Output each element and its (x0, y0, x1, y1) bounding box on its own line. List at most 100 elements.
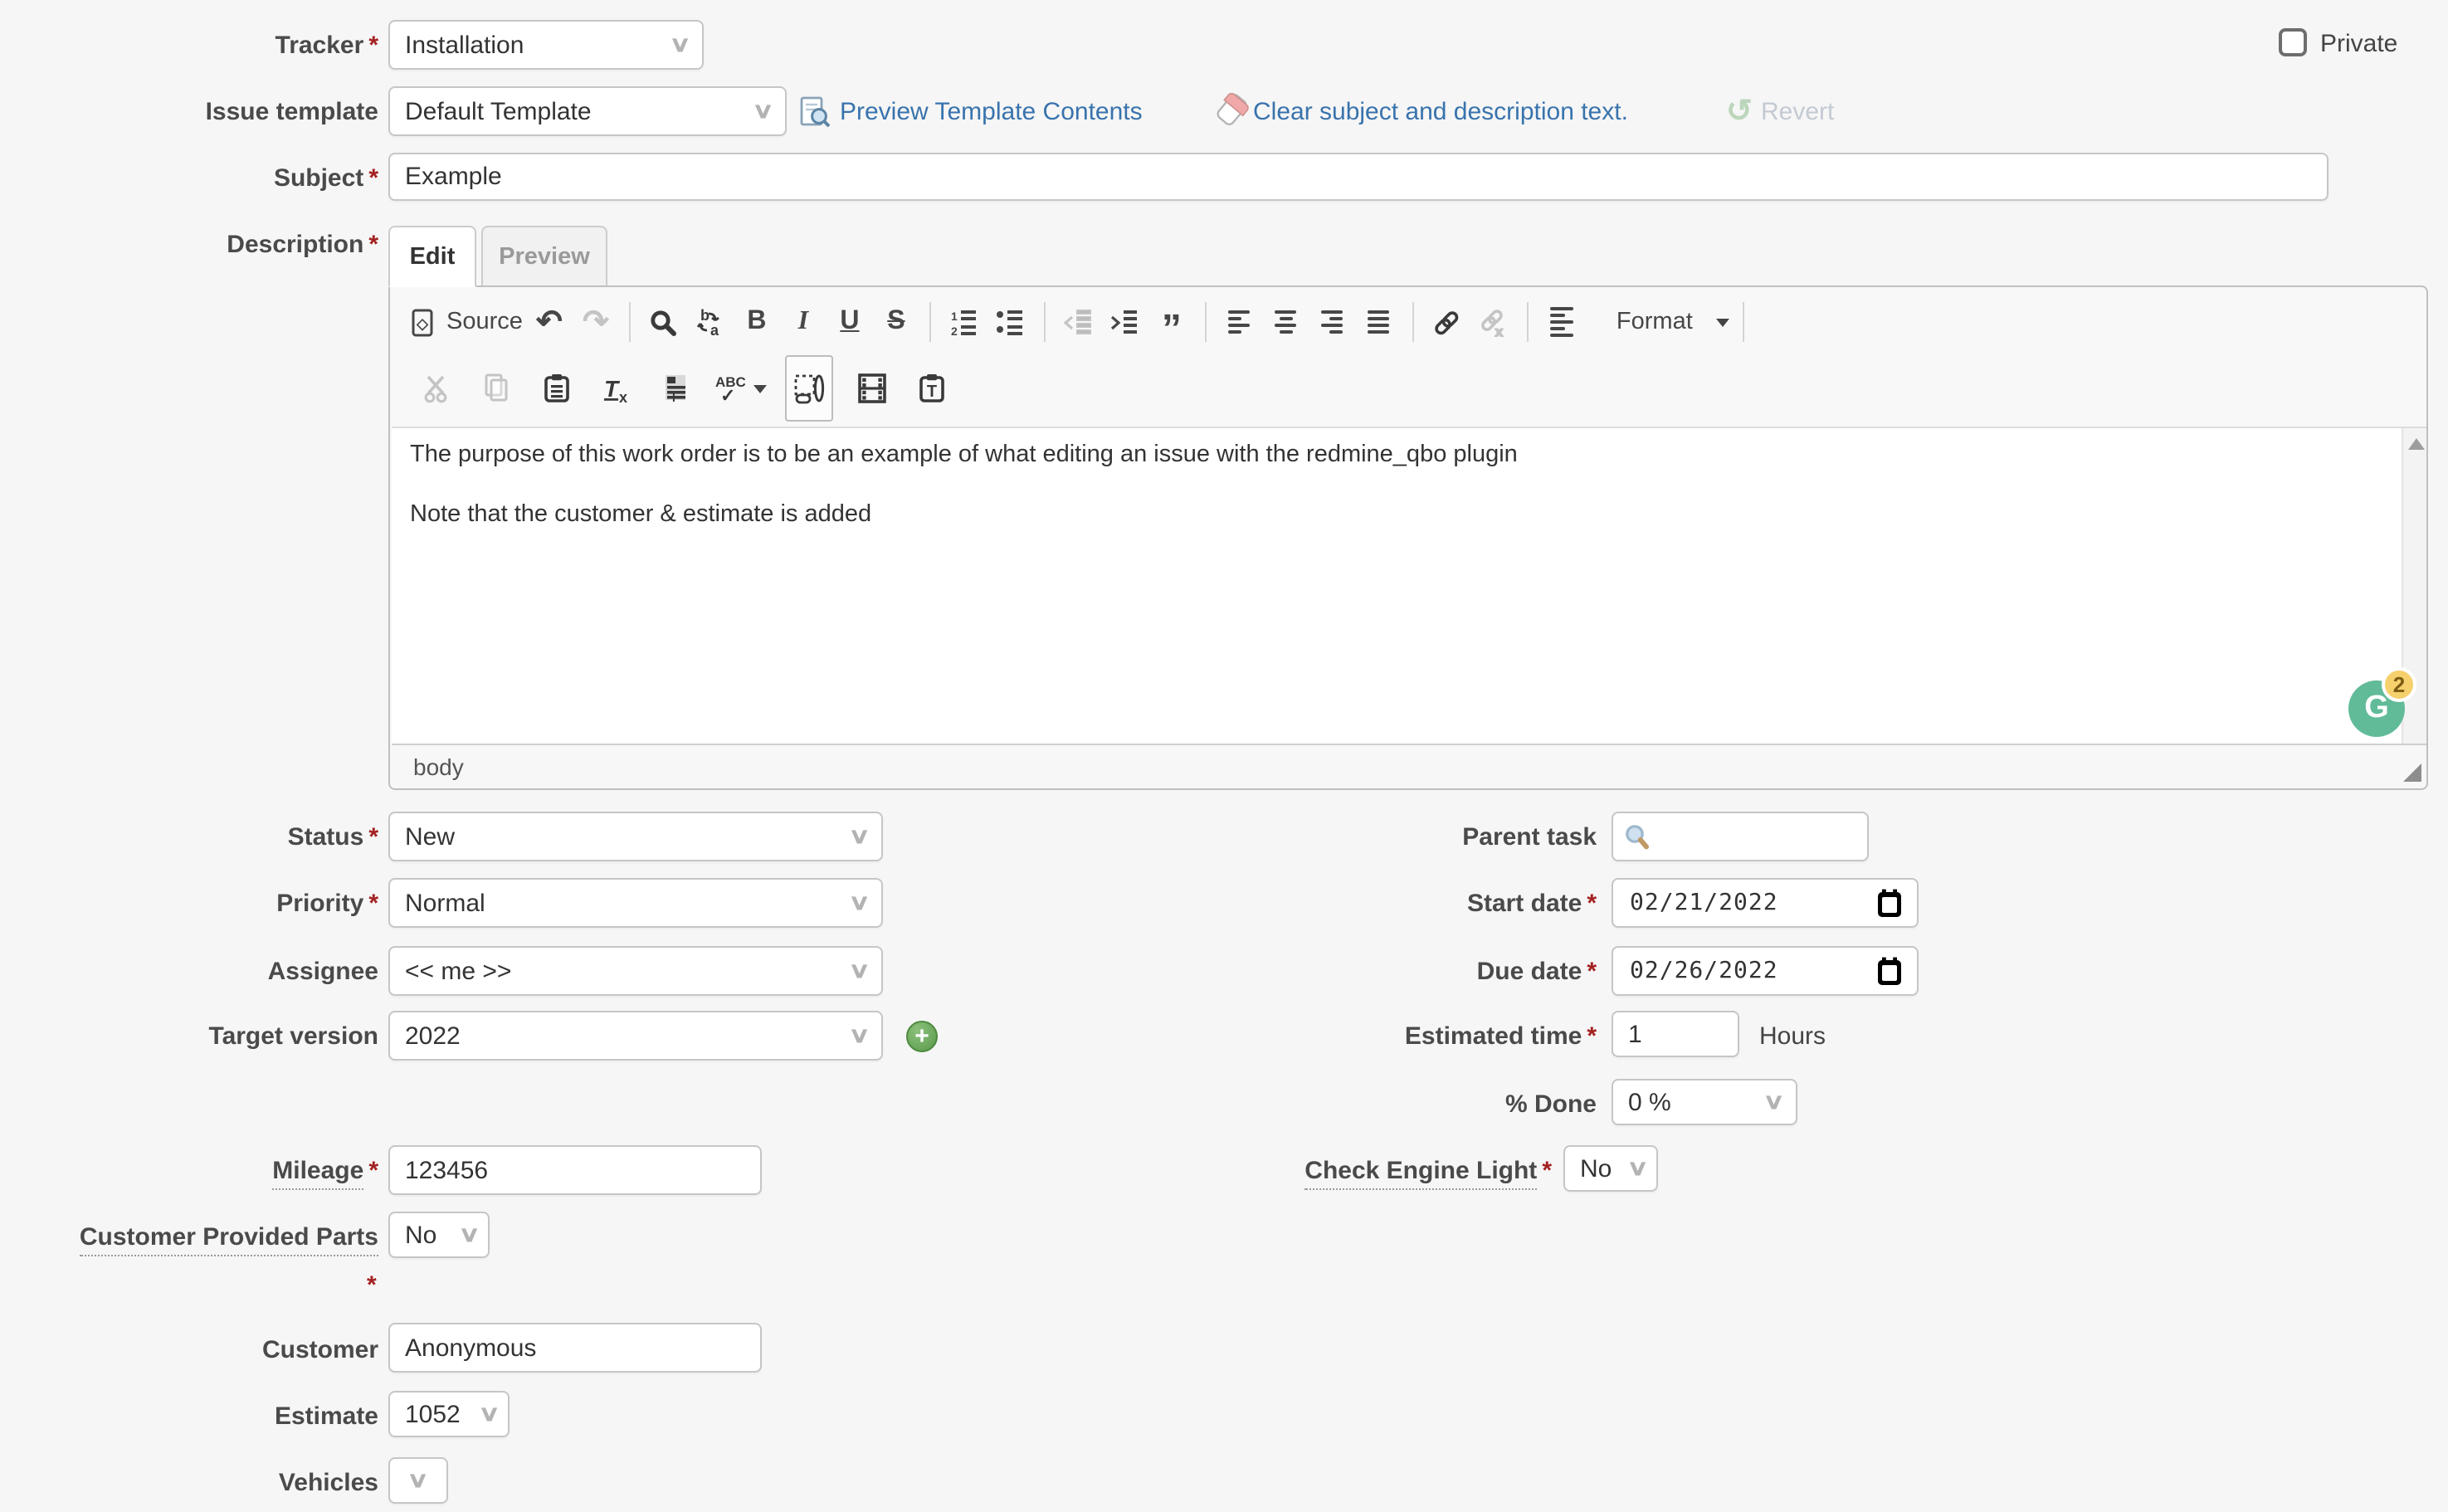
align-left-icon[interactable] (1218, 300, 1261, 344)
estimated-time-label: Estimated time* (1099, 1022, 1597, 1051)
editor-path-bar: body (392, 744, 2426, 787)
line-height-icon[interactable] (1540, 300, 1583, 344)
vehicles-select[interactable]: ∨ (388, 1457, 448, 1504)
svg-text:I: I (671, 391, 675, 403)
revert-link[interactable]: Revert (1761, 98, 1834, 126)
svg-text:✓: ✓ (720, 385, 735, 403)
search-icon (1623, 822, 1651, 851)
chevron-down-icon: ∨ (753, 98, 775, 124)
customer-label: Customer (13, 1336, 378, 1364)
bold-icon[interactable]: B (735, 300, 778, 344)
priority-label: Priority* (13, 890, 378, 918)
required-asterisk: * (368, 32, 378, 60)
start-date-input[interactable]: 02/21/2022 (1612, 878, 1919, 928)
justify-icon[interactable] (1358, 300, 1401, 344)
svg-text:b: b (701, 308, 710, 323)
align-center-icon[interactable] (1265, 300, 1308, 344)
required-asterisk: * (1542, 1157, 1552, 1185)
private-label: Private (2320, 30, 2397, 58)
svg-text:x: x (618, 388, 627, 402)
resize-handle-icon[interactable] (2403, 763, 2421, 782)
undo-icon[interactable]: ↶ (528, 300, 571, 344)
issue-template-label: Issue template (13, 98, 378, 126)
chevron-down-icon: ∨ (407, 1467, 430, 1494)
percent-done-label: % Done (1099, 1090, 1597, 1119)
strikethrough-icon[interactable]: S (875, 300, 918, 344)
remove-format-icon[interactable]: Tx (594, 367, 637, 410)
link-icon[interactable] (1426, 300, 1469, 344)
align-right-icon[interactable] (1311, 300, 1354, 344)
description-textarea[interactable]: The purpose of this work order is to be … (392, 427, 2426, 745)
chevron-down-icon: ∨ (479, 1401, 501, 1427)
estimate-select[interactable]: 1052∨ (388, 1391, 510, 1437)
target-version-label: Target version (13, 1022, 378, 1051)
subject-input[interactable] (388, 153, 2329, 201)
paste-icon[interactable] (534, 367, 578, 410)
tab-edit[interactable]: Edit (388, 226, 476, 287)
customer-input[interactable] (388, 1323, 762, 1373)
assignee-label: Assignee (13, 958, 378, 986)
svg-text:T: T (603, 375, 620, 401)
spellcheck-icon[interactable]: ABC✓ (714, 367, 768, 410)
italic-icon[interactable]: I (782, 300, 825, 344)
assignee-select[interactable]: << me >>∨ (388, 946, 883, 996)
estimated-time-input[interactable] (1612, 1011, 1739, 1057)
svg-text:T: T (926, 383, 936, 401)
required-asterisk: * (368, 890, 378, 918)
preview-template-link[interactable]: Preview Template Contents (840, 98, 1143, 126)
replace-icon[interactable]: ba (689, 300, 732, 344)
find-icon[interactable] (642, 300, 685, 344)
unlink-icon[interactable]: x (1472, 300, 1515, 344)
check-engine-light-select[interactable]: No∨ (1563, 1145, 1658, 1192)
description-label: Description* (13, 231, 378, 259)
priority-select[interactable]: Normal∨ (388, 878, 883, 928)
issue-template-select[interactable]: Default Template∨ (388, 86, 787, 136)
percent-done-select[interactable]: 0 %∨ (1612, 1079, 1797, 1125)
required-asterisk: * (367, 1271, 377, 1300)
numbered-list-icon[interactable]: 12 (943, 300, 986, 344)
source-icon[interactable]: ◇Source (408, 300, 524, 344)
redo-icon[interactable]: ↷ (574, 300, 617, 344)
private-checkbox[interactable] (2279, 28, 2307, 56)
format-dropdown[interactable]: Format (1598, 300, 1731, 344)
target-version-select[interactable]: 2022∨ (388, 1011, 883, 1061)
tab-preview[interactable]: Preview (481, 226, 607, 287)
eraser-icon (1217, 93, 1250, 128)
svg-text:2: 2 (952, 324, 958, 336)
chevron-down-icon: ∨ (849, 890, 871, 916)
due-date-input[interactable]: 02/26/2022 (1612, 946, 1919, 996)
chevron-down-icon: ∨ (670, 32, 692, 58)
bulleted-list-icon[interactable] (989, 300, 1032, 344)
clear-subject-link[interactable]: Clear subject and description text. (1253, 98, 1628, 126)
customer-provided-parts-select[interactable]: No∨ (388, 1212, 490, 1258)
tracker-select[interactable]: Installation∨ (388, 20, 704, 70)
cut-icon[interactable] (415, 367, 458, 410)
media-icon[interactable] (850, 367, 893, 410)
add-version-button[interactable]: + (906, 1021, 938, 1052)
chevron-down-icon: ∨ (459, 1222, 481, 1248)
blockquote-icon[interactable]: ” (1150, 300, 1193, 344)
description-text-line1: The purpose of this work order is to be … (410, 441, 1518, 468)
select-frame-icon[interactable] (785, 355, 833, 422)
estimate-label: Estimate (13, 1402, 378, 1431)
parent-task-input[interactable] (1612, 812, 1869, 861)
svg-text:1: 1 (952, 309, 958, 322)
required-asterisk: * (1587, 958, 1597, 986)
indent-icon[interactable] (1104, 300, 1147, 344)
required-asterisk: * (368, 1157, 378, 1185)
paste-from-word-icon[interactable]: I (654, 367, 697, 410)
issue-edit-form: Tracker* Installation∨ Private Issue tem… (0, 0, 2448, 1512)
mileage-input[interactable] (388, 1145, 762, 1195)
underline-icon[interactable]: U (828, 300, 871, 344)
toolbar-separator (1743, 302, 1744, 342)
outdent-icon[interactable] (1057, 300, 1100, 344)
toolbar-separator (1205, 302, 1207, 342)
required-asterisk: * (1587, 890, 1597, 918)
hours-unit-label: Hours (1759, 1022, 1826, 1051)
grammarly-icon[interactable]: G2 (2348, 680, 2405, 737)
status-select[interactable]: New∨ (388, 812, 883, 861)
copy-icon[interactable] (475, 367, 518, 410)
paste-text-icon[interactable]: T (909, 367, 953, 410)
svg-text:x: x (1496, 324, 1504, 336)
required-asterisk: * (368, 823, 378, 851)
